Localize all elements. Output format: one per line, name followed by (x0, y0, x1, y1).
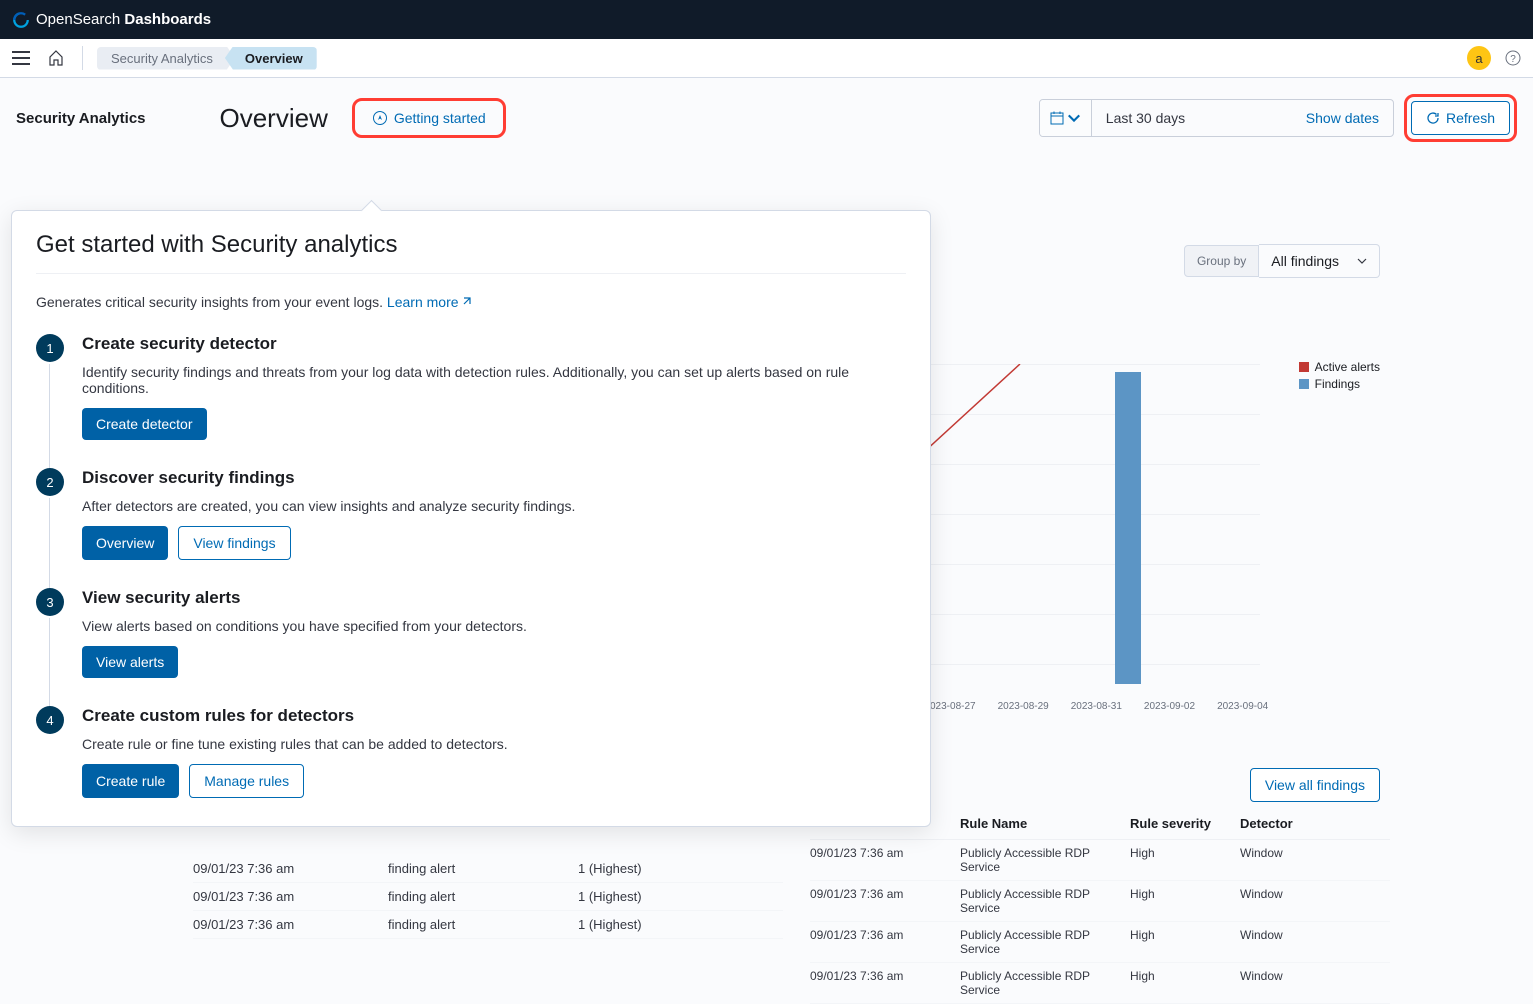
table-row[interactable]: 09/01/23 7:36 amPublicly Accessible RDP … (810, 840, 1390, 881)
step-description: Identify security findings and threats f… (82, 364, 906, 396)
step-title: View security alerts (82, 588, 527, 608)
step-button[interactable]: Manage rules (189, 764, 304, 798)
page-title: Overview (220, 103, 328, 134)
date-range-text: Last 30 days (1092, 110, 1292, 126)
right-content: Group by All findings Active alerts Find… (940, 244, 1380, 358)
chevron-down-icon (1067, 111, 1081, 125)
table-row[interactable]: 09/01/23 7:36 amfinding alert1 (Highest) (193, 855, 783, 883)
chart: 023-08-27 2023-08-29 2023-08-31 2023-09-… (930, 344, 1280, 712)
breadcrumb-overview[interactable]: Overview (225, 47, 317, 70)
divider (36, 273, 906, 274)
highlight-getting-started: Getting started (352, 98, 506, 138)
getting-started-popover: Get started with Security analytics Gene… (11, 210, 931, 827)
show-dates-link[interactable]: Show dates (1292, 110, 1393, 126)
step-title: Discover security findings (82, 468, 575, 488)
step-4: 4 Create custom rules for detectors Crea… (36, 706, 906, 798)
popover-description: Generates critical security insights fro… (36, 294, 906, 310)
groupby-value: All findings (1271, 253, 1339, 269)
calendar-icon (1050, 111, 1064, 125)
step-2: 2 Discover security findings After detec… (36, 468, 906, 560)
breadcrumb: Security Analytics Overview (97, 47, 317, 70)
step-number: 2 (36, 468, 64, 496)
separator (82, 46, 83, 70)
step-number: 3 (36, 588, 64, 616)
getting-started-label: Getting started (394, 110, 486, 126)
step-title: Create security detector (82, 334, 906, 354)
compass-icon (372, 110, 388, 126)
groupby-select[interactable]: All findings (1259, 244, 1380, 278)
table-row[interactable]: 09/01/23 7:36 amfinding alert1 (Highest) (193, 883, 783, 911)
secondary-bar: Security Analytics Overview a ? (0, 39, 1533, 78)
step-1: 1 Create security detector Identify secu… (36, 334, 906, 440)
popover-title: Get started with Security analytics (36, 231, 906, 259)
refresh-label: Refresh (1446, 110, 1495, 126)
groupby-row: Group by All findings (940, 244, 1380, 278)
getting-started-button[interactable]: Getting started (357, 103, 501, 133)
refresh-button[interactable]: Refresh (1411, 101, 1510, 135)
col-rule-severity[interactable]: Rule severity (1130, 816, 1240, 831)
step-button[interactable]: Create detector (82, 408, 207, 440)
app-logo[interactable]: OpenSearch Dashboards (12, 11, 211, 29)
page-header: Security Analytics Overview Getting star… (0, 78, 1533, 142)
step-title: Create custom rules for detectors (82, 706, 508, 726)
chart-legend: Active alerts Findings (1299, 360, 1380, 394)
page-content: Security Analytics Overview Getting star… (0, 78, 1533, 142)
help-icon[interactable]: ? (1505, 50, 1521, 66)
step-button[interactable]: View alerts (82, 646, 178, 678)
step-button[interactable]: Create rule (82, 764, 179, 798)
learn-more-link[interactable]: Learn more (387, 294, 471, 310)
step-button[interactable]: View findings (178, 526, 290, 560)
step-number: 1 (36, 334, 64, 362)
legend-active-alerts[interactable]: Active alerts (1299, 360, 1380, 374)
external-link-icon (461, 297, 471, 307)
table-row[interactable]: 09/01/23 7:36 amPublicly Accessible RDP … (810, 922, 1390, 963)
calendar-button[interactable] (1040, 100, 1092, 136)
table-row[interactable]: 09/01/23 7:36 amPublicly Accessible RDP … (810, 881, 1390, 922)
view-all-findings-button[interactable]: View all findings (1250, 768, 1380, 802)
refresh-icon (1426, 111, 1440, 125)
step-description: Create rule or fine tune existing rules … (82, 736, 508, 752)
opensearch-icon (12, 11, 30, 29)
chevron-down-icon (1357, 256, 1367, 266)
step-number: 4 (36, 706, 64, 734)
app-name: OpenSearch Dashboards (36, 11, 211, 28)
legend-findings[interactable]: Findings (1299, 377, 1380, 391)
page-section-label: Security Analytics (16, 110, 146, 127)
breadcrumb-security-analytics[interactable]: Security Analytics (97, 47, 235, 70)
highlight-refresh: Refresh (1404, 94, 1517, 142)
home-icon[interactable] (48, 50, 64, 66)
findings-bar[interactable] (1115, 372, 1141, 684)
step-description: View alerts based on conditions you have… (82, 618, 527, 634)
step-button[interactable]: Overview (82, 526, 168, 560)
step-description: After detectors are created, you can vie… (82, 498, 575, 514)
top-header: OpenSearch Dashboards (0, 0, 1533, 39)
date-picker[interactable]: Last 30 days Show dates (1039, 99, 1394, 137)
table-row[interactable]: 09/01/23 7:36 amfinding alert1 (Highest) (193, 911, 783, 939)
chart-xaxis: 023-08-27 2023-08-29 2023-08-31 2023-09-… (930, 701, 1280, 712)
svg-text:?: ? (1510, 54, 1516, 65)
step-3: 3 View security alerts View alerts based… (36, 588, 906, 678)
table-row[interactable]: 09/01/23 7:36 amPublicly Accessible RDP … (810, 963, 1390, 1004)
groupby-label: Group by (1184, 245, 1259, 277)
menu-toggle[interactable] (12, 51, 30, 65)
user-avatar[interactable]: a (1467, 46, 1491, 70)
col-rule-name[interactable]: Rule Name (960, 816, 1130, 831)
findings-table: Rule Name Rule severity Detector 09/01/2… (810, 808, 1390, 1004)
alerts-table-partial: 09/01/23 7:36 amfinding alert1 (Highest)… (193, 855, 783, 939)
col-detector[interactable]: Detector (1240, 816, 1320, 831)
active-alerts-line (930, 364, 1050, 484)
